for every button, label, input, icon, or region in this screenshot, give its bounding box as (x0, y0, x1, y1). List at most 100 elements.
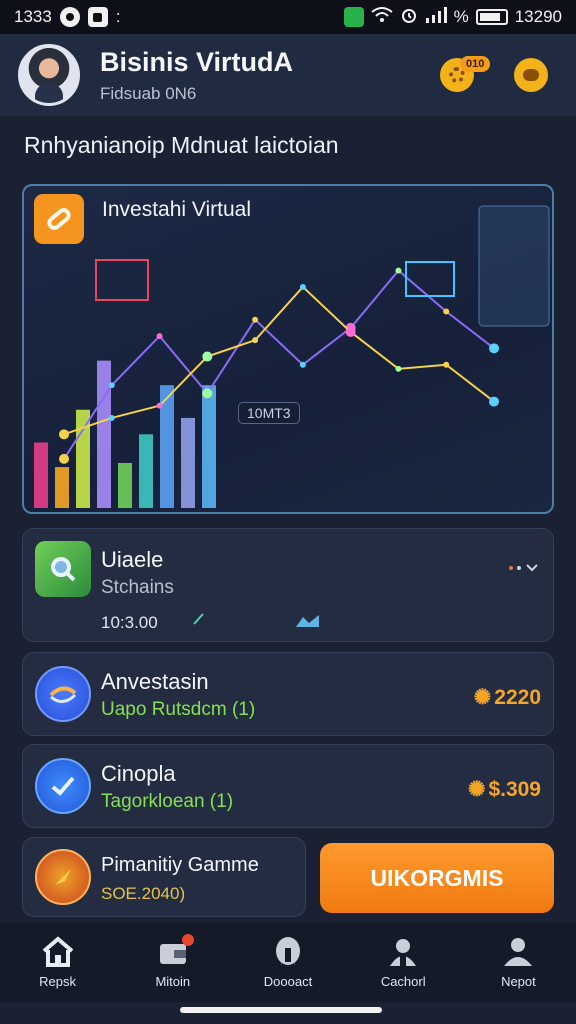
wallet-icon (156, 934, 194, 968)
handshake-icon (35, 666, 91, 722)
investment-chart-card[interactable]: Investahi Virtual 10MT3 (22, 184, 554, 514)
chart-point (299, 361, 306, 368)
chart-point (252, 337, 259, 344)
chart-title: Investahi Virtual (102, 198, 252, 221)
avatar[interactable] (18, 44, 80, 106)
app-title: Bisinis VirtudA (100, 46, 294, 77)
card-sub: Uapo Rutsdcm (1) (101, 699, 256, 720)
primary-action-button[interactable]: UIKORGMIS (320, 843, 554, 913)
nav-notification-dot (181, 934, 194, 946)
nav-item-group[interactable]: Cachorl (346, 922, 461, 1002)
investment-chart (34, 205, 550, 508)
chart-point (59, 429, 69, 440)
chart-bar (97, 360, 111, 508)
user-icon (504, 938, 533, 966)
wifi-icon (370, 6, 393, 28)
chart-bar (34, 442, 48, 508)
status-time: 1333 (14, 7, 52, 26)
list-item[interactable]: Cinopla Tagorkloean (1) ✺ $.309 (22, 744, 554, 828)
chart-point (443, 308, 450, 315)
search-icon (35, 541, 91, 597)
app-header: Bisinis VirtudA Fidsuab 0N6 010 (0, 34, 576, 116)
chart-point (252, 316, 259, 323)
status-right-text: 13290 (514, 7, 562, 26)
chart-point (345, 326, 356, 337)
chart-point (156, 402, 163, 409)
chart-point (156, 333, 163, 340)
profile-icon (276, 937, 300, 965)
flag-icon (35, 849, 91, 905)
chart-line (63, 269, 495, 460)
card-value: 10:3.00 (101, 613, 158, 632)
nav-label: Repsk (39, 974, 77, 989)
notification-icon (59, 7, 80, 27)
chevron-down-icon (526, 564, 538, 572)
alarm-icon (400, 6, 418, 29)
card-name: Cinopla (101, 761, 176, 786)
nav-label: Mitoin (155, 974, 191, 989)
nav-label: Doooact (263, 974, 313, 989)
chart-value-label: 10MT3 (238, 402, 300, 424)
card-amount: ✺ $.309 (468, 777, 541, 802)
home-indicator[interactable] (180, 1007, 382, 1013)
chart-frame-graphic (405, 261, 455, 297)
chart-frame-graphic (95, 259, 149, 301)
link-icon (34, 194, 84, 244)
card-sub: Tagorkloean (1) (101, 791, 234, 812)
chart-point (202, 351, 213, 362)
chart-point (202, 388, 213, 399)
nav-label: Cachorl (380, 974, 426, 989)
chat-button[interactable] (514, 58, 548, 92)
card-name: Anvestasin (101, 669, 209, 694)
nav-item-home[interactable]: Repsk (0, 922, 115, 1002)
chart-point (108, 382, 115, 389)
chat-icon (523, 69, 539, 81)
chart-bar (55, 467, 69, 508)
coin-icon: ✺ (473, 686, 492, 709)
app-notification-icon (87, 7, 108, 27)
list-item[interactable]: Pimanitiy Gamme SOE.2040) (22, 837, 306, 917)
card-name: Uiaele (101, 547, 164, 572)
check-icon (191, 611, 207, 632)
card-amount-value: $.309 (488, 777, 541, 801)
chart-point (395, 267, 402, 274)
coin-icon: ✺ (467, 778, 486, 801)
expand-button[interactable] (509, 563, 539, 573)
card-name: Pimanitiy Gamme (101, 854, 259, 876)
side-panel-graphic (478, 205, 550, 327)
nav-item-user[interactable]: Nepot (461, 922, 576, 1002)
battery-percent: % (453, 7, 469, 26)
chart-bar (202, 385, 216, 508)
battery-icon (475, 9, 508, 25)
chart-point (489, 343, 499, 354)
shield-icon (343, 7, 364, 27)
list-item[interactable]: Anvestasin Uapo Rutsdcm (1) ✺ 2220 (22, 652, 554, 736)
chart-point (395, 365, 402, 372)
check-circle-icon (35, 758, 91, 814)
chart-bar (118, 462, 132, 508)
notification-badge: 010 (460, 56, 491, 72)
chart-bar (139, 434, 153, 508)
signal-icon (425, 6, 447, 28)
bottom-nav: Repsk Mitoin Doooact Cachorl Nepot (0, 922, 576, 1002)
more-dots-icon: : (115, 7, 121, 26)
card-amount-value: 2220 (494, 685, 541, 709)
chart-point (108, 414, 115, 421)
group-icon (390, 939, 417, 966)
chart-point (489, 396, 499, 407)
nav-item-profile[interactable]: Doooact (230, 922, 345, 1002)
app-subtitle: Fidsuab 0N6 (100, 83, 197, 103)
nav-label: Nepot (501, 974, 536, 989)
status-bar: 1333 : % 13290 (0, 0, 576, 34)
chart-point (299, 283, 306, 290)
chart-point (443, 361, 450, 368)
chart-bar (76, 409, 90, 508)
chart-point (59, 453, 69, 464)
home-icon (42, 936, 73, 967)
card-sub: SOE.2040) (101, 884, 186, 903)
card-sub: Stchains (101, 577, 174, 598)
list-item[interactable]: Uiaele Stchains 10:3.00 (22, 528, 554, 642)
section-title: Rnhyanianoip Mdnuat laictoian (24, 132, 339, 158)
card-amount: ✺ 2220 (474, 685, 541, 710)
nav-item-wallet[interactable]: Mitoin (115, 922, 230, 1002)
